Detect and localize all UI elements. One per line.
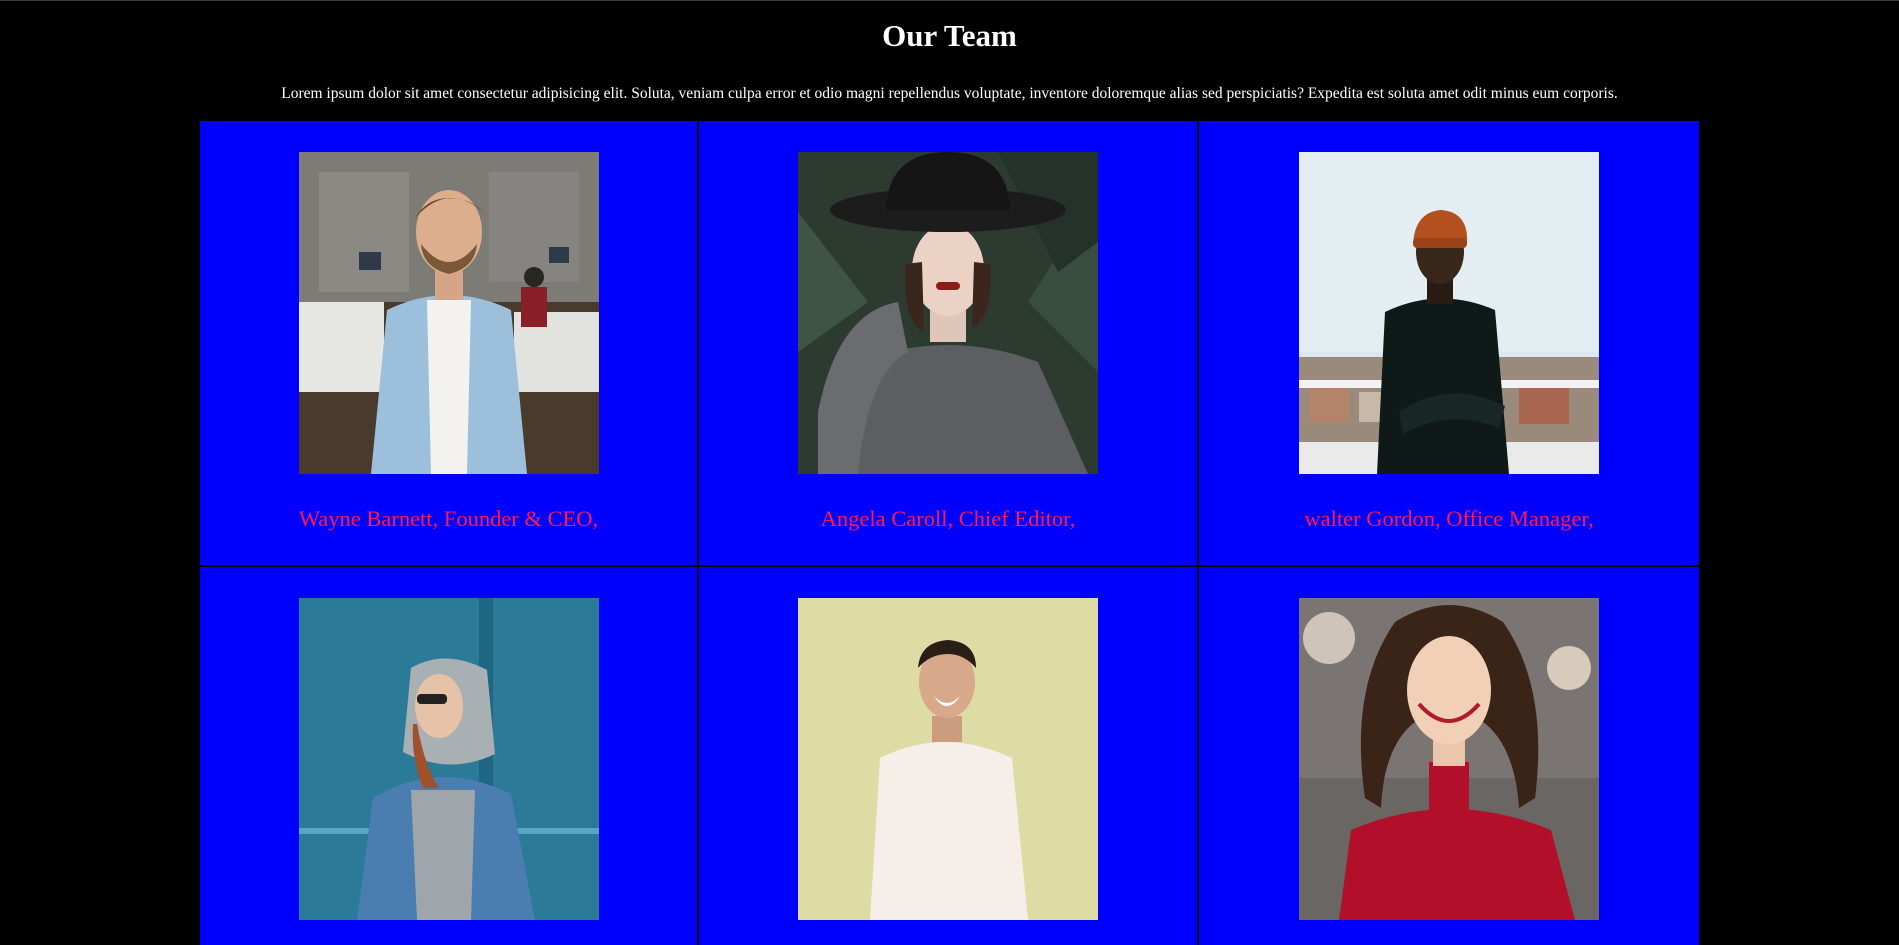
team-member-photo bbox=[298, 152, 599, 474]
team-member-photo bbox=[1299, 152, 1599, 474]
portrait-person-hoodie-image bbox=[298, 598, 599, 920]
team-card: Wayne Barnett, Founder & CEO, bbox=[200, 121, 699, 567]
team-card bbox=[1199, 567, 1699, 945]
portrait-woman-hat-image bbox=[798, 152, 1098, 474]
intro-paragraph: Lorem ipsum dolor sit amet consectetur a… bbox=[281, 85, 1618, 102]
team-card bbox=[200, 567, 699, 945]
portrait-man-rooftop-image bbox=[1299, 152, 1599, 474]
portrait-man-office-image bbox=[298, 152, 599, 474]
page-title: Our Team bbox=[882, 18, 1017, 53]
portrait-woman-smiling-image bbox=[1299, 598, 1599, 920]
team-member-photo bbox=[298, 598, 599, 920]
team-member-caption: Wayne Barnett, Founder & CEO, bbox=[298, 506, 599, 531]
team-member-caption: Angela Caroll, Chief Editor, bbox=[820, 506, 1076, 531]
team-member-caption: walter Gordon, Office Manager, bbox=[1304, 506, 1594, 531]
team-card bbox=[699, 567, 1199, 945]
team-member-photo bbox=[1299, 598, 1599, 920]
team-member-photo bbox=[798, 152, 1098, 474]
team-card: Angela Caroll, Chief Editor, bbox=[699, 121, 1199, 567]
top-border bbox=[0, 0, 1899, 1]
portrait-man-smiling-image bbox=[798, 598, 1098, 920]
team-grid: Wayne Barnett, Founder & CEO, Angela Car… bbox=[200, 121, 1699, 945]
team-card: walter Gordon, Office Manager, bbox=[1199, 121, 1699, 567]
team-member-photo bbox=[798, 598, 1098, 920]
